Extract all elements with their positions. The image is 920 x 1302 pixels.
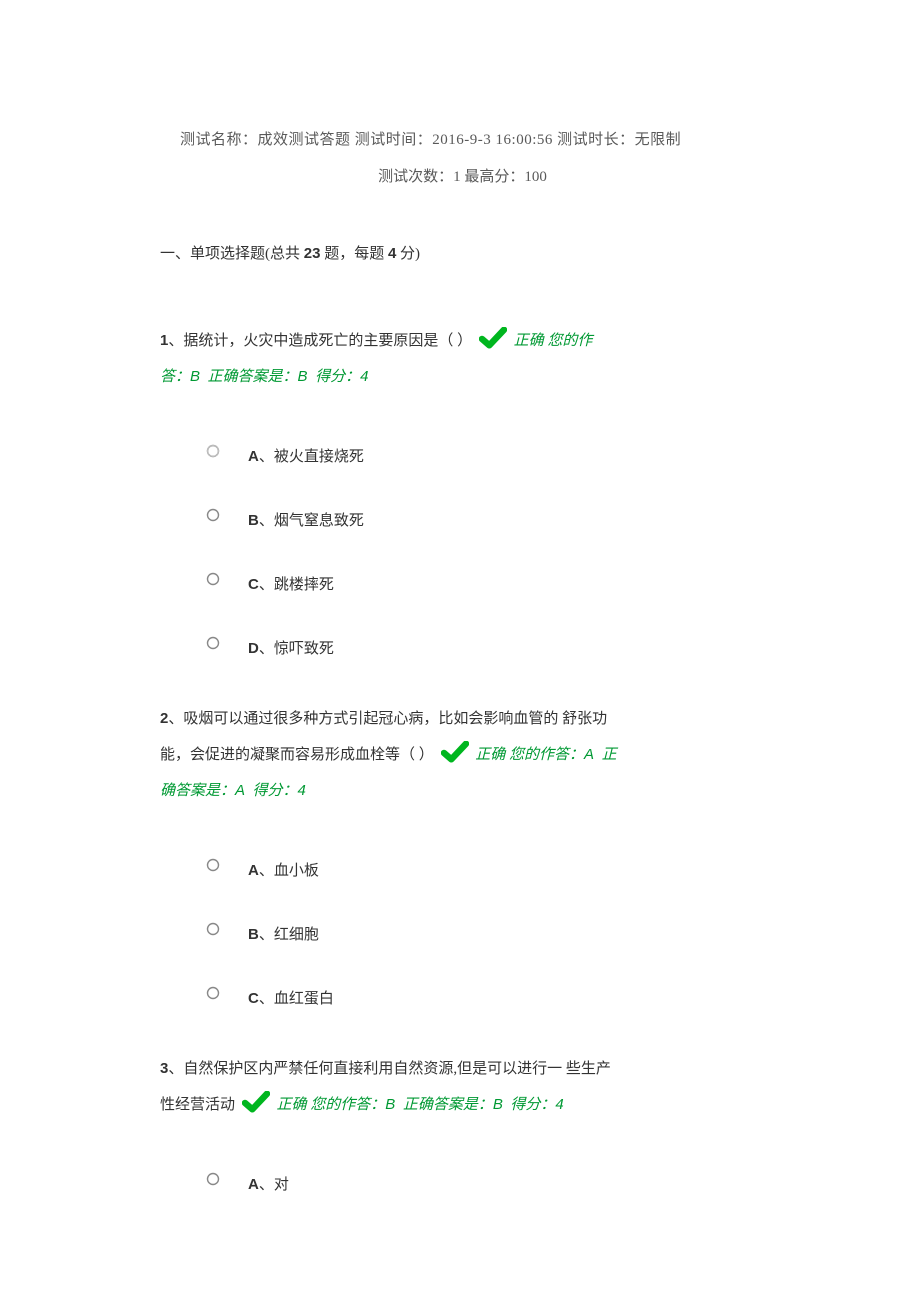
question-3-score: 4	[555, 1096, 563, 1113]
question-1-your-answer: B	[190, 368, 200, 385]
radio-icon[interactable]	[206, 508, 220, 522]
question-3: 3、自然保护区内严禁任何直接利用自然资源,但是可以进行一 些生产性经营活动 正确…	[160, 1051, 765, 1203]
option-text: 、血小板	[259, 863, 319, 879]
option-row: D、惊吓致死	[206, 625, 765, 667]
radio-icon[interactable]	[206, 636, 220, 650]
test-time-label: 测试时间：	[355, 132, 433, 148]
correct-answer-label: 正确答案是：	[208, 369, 298, 385]
test-header-line-1: 测试名称：成效测试答题 测试时间：2016-9-3 16:00:56 测试时长：…	[160, 128, 765, 149]
radio-icon[interactable]	[206, 858, 220, 872]
option-row: B、红细胞	[206, 911, 765, 953]
your-answer-label: 您的作答：	[310, 1097, 385, 1113]
option-letter: A	[248, 1176, 259, 1193]
option-text: 、对	[259, 1177, 289, 1193]
option-letter: A	[248, 448, 259, 465]
test-time-value: 2016-9-3 16:00:56	[432, 132, 553, 148]
checkmark-icon	[441, 741, 469, 763]
question-1-correct-answer: B	[298, 368, 308, 385]
checkmark-icon	[479, 327, 507, 349]
question-1-options: A、被火直接烧死 B、烟气窒息致死 C、跳楼摔死 D、惊吓致死	[206, 433, 765, 667]
radio-icon[interactable]	[206, 444, 220, 458]
radio-icon[interactable]	[206, 572, 220, 586]
test-duration-label: 测试时长：	[557, 132, 635, 148]
option-letter: C	[248, 990, 259, 1007]
checkmark-icon	[242, 1091, 270, 1113]
score-label: 得分：	[315, 369, 360, 385]
section-prefix: 一、单项选择题(总共	[160, 246, 304, 262]
option-row: B、烟气窒息致死	[206, 497, 765, 539]
status-correct: 正确	[277, 1097, 307, 1113]
question-2-your-answer: A	[584, 746, 594, 763]
score-label: 得分：	[510, 1097, 555, 1113]
question-2-body: 2、吸烟可以通过很多种方式引起冠心病，比如会影响血管的 舒张功能，会促进的凝聚而…	[160, 701, 620, 809]
option-text: 、红细胞	[259, 927, 319, 943]
option-letter: B	[248, 926, 259, 943]
question-3-text-a: 、自然保护区内严禁任何直接利用自然资源,但是可以进行一	[168, 1061, 562, 1077]
option-row: A、被火直接烧死	[206, 433, 765, 475]
option-row: A、对	[206, 1161, 765, 1203]
question-3-options: A、对	[206, 1161, 765, 1203]
section-title: 一、单项选择题(总共 23 题，每题 4 分)	[160, 242, 765, 263]
test-name-label: 测试名称：	[180, 132, 258, 148]
test-count-value: 1	[453, 169, 461, 185]
test-duration-value: 无限制	[635, 132, 682, 148]
question-2-score: 4	[298, 782, 306, 799]
test-header-line-2: 测试次数：1 最高分：100	[160, 165, 765, 186]
radio-icon[interactable]	[206, 1172, 220, 1186]
test-max-label: 最高分：	[464, 169, 524, 185]
correct-answer-label: 正确答案是：	[403, 1097, 493, 1113]
question-3-correct-answer: B	[493, 1096, 503, 1113]
question-1-score: 4	[360, 368, 368, 385]
question-2: 2、吸烟可以通过很多种方式引起冠心病，比如会影响血管的 舒张功能，会促进的凝聚而…	[160, 701, 765, 1017]
option-row: C、跳楼摔死	[206, 561, 765, 603]
test-count-label: 测试次数：	[378, 169, 453, 185]
section-suffix: 分)	[396, 246, 420, 262]
status-correct: 正确	[475, 747, 505, 763]
option-row: C、血红蛋白	[206, 975, 765, 1017]
section-mid: 题，每题	[320, 246, 388, 262]
option-text: 、血红蛋白	[259, 991, 334, 1007]
option-row: A、血小板	[206, 847, 765, 889]
test-max-value: 100	[524, 169, 547, 185]
question-3-your-answer: B	[385, 1096, 395, 1113]
option-letter: C	[248, 576, 259, 593]
option-letter: A	[248, 862, 259, 879]
section-total: 23	[304, 245, 321, 262]
option-text: 、被火直接烧死	[259, 449, 364, 465]
question-1: 1、据统计，火灾中造成死亡的主要原因是（ ） 正确 您的作答：B 正确答案是：B…	[160, 323, 765, 667]
option-text: 、烟气窒息致死	[259, 513, 364, 529]
option-letter: D	[248, 640, 259, 657]
your-answer-label: 您的作答：	[509, 747, 584, 763]
score-label: 得分：	[253, 783, 298, 799]
question-2-options: A、血小板 B、红细胞 C、血红蛋白	[206, 847, 765, 1017]
question-1-text: 、据统计，火灾中造成死亡的主要原因是（ ）	[168, 333, 472, 349]
radio-icon[interactable]	[206, 986, 220, 1000]
test-name-value: 成效测试答题	[258, 132, 351, 148]
question-3-body: 3、自然保护区内严禁任何直接利用自然资源,但是可以进行一 些生产性经营活动 正确…	[160, 1051, 620, 1123]
question-3-answer-line: 您的作答：B 正确答案是：B 得分：4	[310, 1097, 563, 1113]
option-text: 、跳楼摔死	[259, 577, 334, 593]
status-correct: 正确	[514, 333, 544, 349]
question-1-body: 1、据统计，火灾中造成死亡的主要原因是（ ） 正确 您的作答：B 正确答案是：B…	[160, 323, 620, 395]
page-content: 测试名称：成效测试答题 测试时间：2016-9-3 16:00:56 测试时长：…	[0, 0, 920, 1297]
question-2-text-a: 、吸烟可以通过很多种方式引起冠心病，比如会影响血管的	[168, 711, 558, 727]
option-text: 、惊吓致死	[259, 641, 334, 657]
option-letter: B	[248, 512, 259, 529]
radio-icon[interactable]	[206, 922, 220, 936]
question-2-correct-answer: A	[235, 782, 245, 799]
